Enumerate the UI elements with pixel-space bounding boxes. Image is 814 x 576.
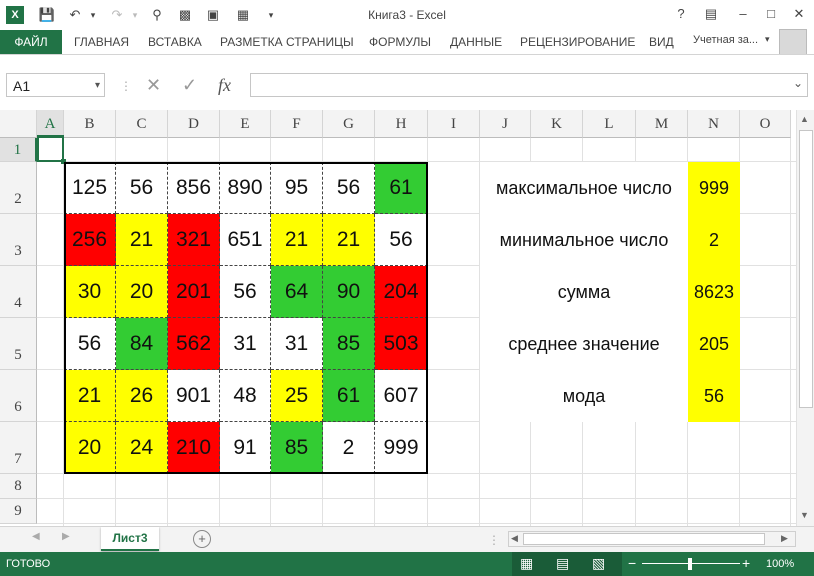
avatar[interactable] [779,29,807,57]
column-header-j[interactable]: J [480,110,531,138]
minimize-icon[interactable]: – [732,4,754,24]
column-header-k[interactable]: K [531,110,583,138]
sheet-tabs-bar: ◀ ▶ Лист3 + ⋮ ◀ ▶ [0,526,814,553]
enter-icon[interactable]: ✓ [182,75,197,96]
account-dropdown-icon[interactable]: ▾ [765,34,770,45]
horizontal-scrollbar[interactable]: ◀ ▶ [508,531,796,547]
name-box-value: A1 [13,78,31,94]
tab-insert[interactable]: ВСТАВКА [148,30,202,54]
row-header-6[interactable]: 6 [0,370,37,422]
page-layout-view-icon[interactable]: ▤ [556,555,569,572]
row-header-9[interactable]: 9 [0,499,37,524]
column-header-f[interactable]: F [271,110,323,138]
zoom-slider-thumb[interactable] [688,558,692,570]
column-header-b[interactable]: B [64,110,116,138]
tab-split-handle[interactable]: ⋮ [488,533,500,547]
normal-view-icon[interactable]: ▦ [520,555,533,572]
row-header-8[interactable]: 8 [0,474,37,499]
stat-value[interactable]: 56 [688,370,740,422]
tab-file[interactable]: ФАЙЛ [0,30,62,54]
scroll-right-icon[interactable]: ▶ [781,533,788,544]
column-header-m[interactable]: M [636,110,688,138]
status-bar: ГОТОВО ▦ ▤ ▧ − + 100% [0,552,814,576]
column-header-i[interactable]: I [428,110,480,138]
status-text: ГОТОВО [6,558,51,570]
vertical-scroll-thumb[interactable] [799,130,813,408]
scroll-left-icon[interactable]: ◀ [511,533,518,544]
ribbon-display-icon[interactable]: ▤ [700,4,722,24]
vertical-scrollbar[interactable]: ▲ ▼ [796,110,814,526]
stat-value[interactable]: 205 [688,318,740,370]
title-bar: X 💾 ↶ ▾ ↷ ▾ ⚲ ▩ ▣ ▦ ▾ Книга3 - Excel ? ▤… [0,0,814,30]
column-header-e[interactable]: E [220,110,271,138]
column-header-g[interactable]: G [323,110,375,138]
cancel-icon[interactable]: ✕ [146,75,161,96]
zoom-in-button[interactable]: + [742,555,750,571]
column-header-l[interactable]: L [583,110,636,138]
zoom-level[interactable]: 100% [766,558,794,570]
formula-bar-grip-icon: ⋮ [120,79,132,93]
stat-label[interactable]: мода [480,370,688,422]
column-header-c[interactable]: C [116,110,168,138]
row-header-2[interactable]: 2 [0,162,37,214]
account-label[interactable]: Учетная за... [693,34,758,46]
formula-bar: A1 ▾ ⋮ ✕ ✓ fx ⌄ [0,54,814,111]
active-cell[interactable] [37,135,64,162]
scroll-up-icon[interactable]: ▲ [800,114,809,124]
sheet-next-icon[interactable]: ▶ [62,531,70,542]
sheet-prev-icon[interactable]: ◀ [32,531,40,542]
stat-label[interactable]: максимальное число [480,162,688,214]
stat-value[interactable]: 2 [688,214,740,266]
expand-formula-icon[interactable]: ⌄ [793,76,803,90]
tab-page-layout[interactable]: РАЗМЕТКА СТРАНИЦЫ [220,30,354,54]
add-sheet-button[interactable]: + [193,530,211,548]
insert-function-icon[interactable]: fx [218,75,231,96]
tab-formulas[interactable]: ФОРМУЛЫ [369,30,431,54]
chevron-down-icon[interactable]: ▾ [95,74,100,98]
column-header-o[interactable]: O [740,110,791,138]
worksheet-grid[interactable]: ABCDEFGHIJKLMNO 123456789 125 56 856 890 95 5… [0,110,814,526]
row-header-7[interactable]: 7 [0,422,37,474]
maximize-icon[interactable]: □ [760,4,782,24]
tab-view[interactable]: ВИД [649,30,674,54]
column-header-h[interactable]: H [375,110,428,138]
column-header-a[interactable]: A [37,110,64,138]
stat-value[interactable]: 8623 [688,266,740,318]
column-header-n[interactable]: N [688,110,740,138]
tab-data[interactable]: ДАННЫЕ [450,30,502,54]
page-break-view-icon[interactable]: ▧ [592,555,605,572]
tab-home[interactable]: ГЛАВНАЯ [74,30,129,54]
scroll-down-icon[interactable]: ▼ [800,510,809,520]
stat-label[interactable]: минимальное число [480,214,688,266]
horizontal-scroll-thumb[interactable] [523,533,765,545]
name-box[interactable]: A1 ▾ [6,73,105,97]
sheet-tab-active[interactable]: Лист3 [101,527,159,551]
select-all-corner[interactable] [0,110,37,138]
formula-input[interactable]: ⌄ [250,73,808,97]
zoom-out-button[interactable]: − [628,555,636,571]
data-table-border [64,162,428,474]
help-button[interactable]: ? [670,4,692,24]
close-icon[interactable]: ✕ [788,4,810,24]
stat-label[interactable]: сумма [480,266,688,318]
stat-label[interactable]: среднее значение [480,318,688,370]
row-header-4[interactable]: 4 [0,266,37,318]
row-header-5[interactable]: 5 [0,318,37,370]
row-header-1[interactable]: 1 [0,138,37,162]
ribbon-tabs: ФАЙЛ ГЛАВНАЯ ВСТАВКА РАЗМЕТКА СТРАНИЦЫ Ф… [0,30,814,54]
stat-value[interactable]: 999 [688,162,740,214]
column-header-d[interactable]: D [168,110,220,138]
row-header-3[interactable]: 3 [0,214,37,266]
tab-review[interactable]: РЕЦЕНЗИРОВАНИЕ [520,30,635,54]
